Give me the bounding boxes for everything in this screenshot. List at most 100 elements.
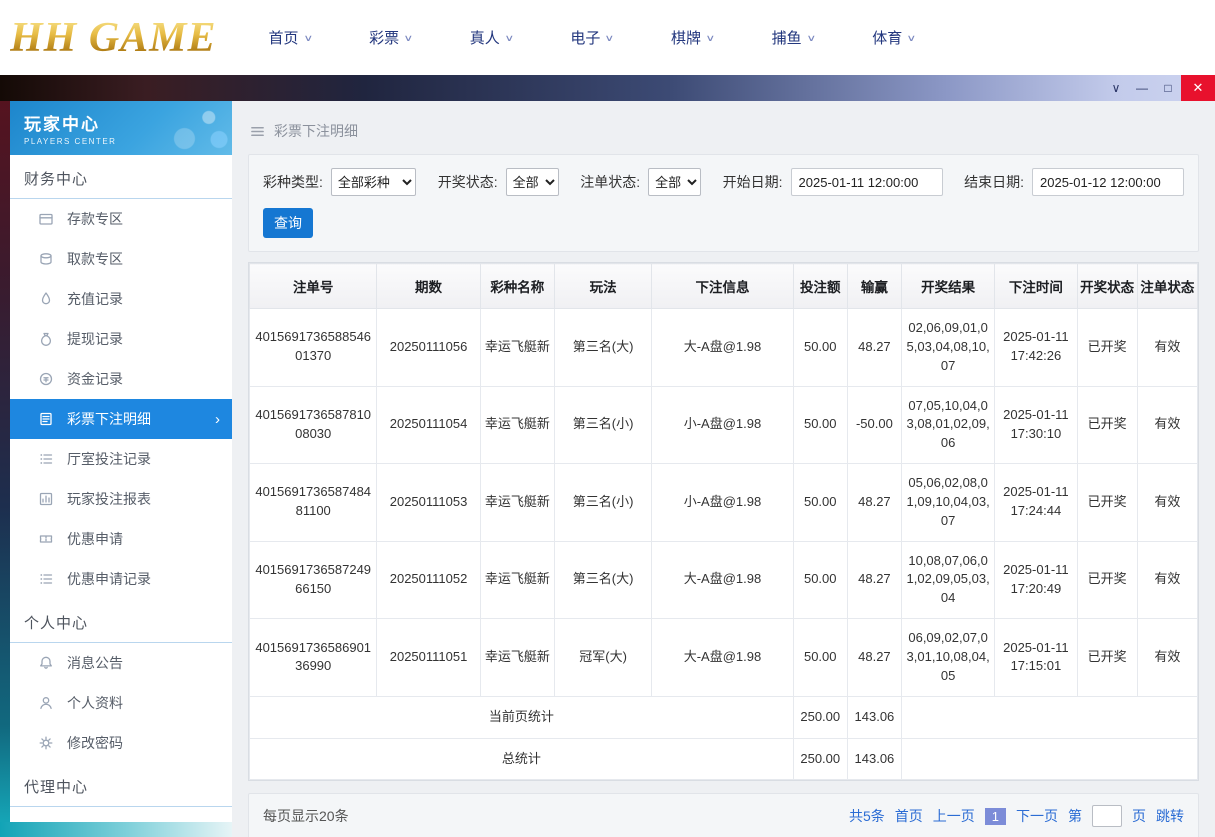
cell-draw-status: 已开奖 bbox=[1076, 385, 1138, 465]
cell-draw-result: 05,06,02,08,01,09,10,04,03,07 bbox=[900, 463, 996, 542]
table-row: 401569173658781008030 20250111054 幸运飞艇新 第三名… bbox=[248, 385, 1199, 465]
moneybag-icon bbox=[40, 332, 52, 346]
cell-period: 20250111052 bbox=[376, 540, 481, 620]
nav-item-sports[interactable]: 体育 ∨ bbox=[872, 27, 917, 48]
sidebar-item-label: 取款专区 bbox=[67, 251, 123, 267]
cell-order-id: 401569173658748481100 bbox=[248, 463, 378, 542]
sidebar-item-lottery-bet-detail[interactable]: 彩票下注明细 › bbox=[10, 399, 232, 439]
sidebar-item-funds-record[interactable]: 资金记录 bbox=[10, 359, 232, 399]
cell-play-type: 第三名(小) bbox=[553, 385, 653, 465]
sidebar-item-deposit-zone[interactable]: 存款专区 bbox=[10, 199, 232, 239]
close-button[interactable]: ✕ bbox=[1181, 75, 1215, 101]
draw-status-select[interactable]: 全部 bbox=[505, 168, 559, 196]
nav-item-live[interactable]: 真人 ∨ bbox=[469, 27, 514, 48]
current-page[interactable]: 1 bbox=[984, 807, 1006, 825]
cell-order-id: 401569173658781008030 bbox=[248, 385, 378, 465]
jump-suffix-label: 页 bbox=[1132, 808, 1146, 825]
column-header: 期数 bbox=[376, 263, 481, 309]
sidebar-item-promo-apply-record[interactable]: 优惠申请记录 bbox=[10, 559, 232, 599]
sidebar-item-announcements[interactable]: 消息公告 bbox=[10, 643, 232, 683]
cell-draw-status: 已开奖 bbox=[1076, 540, 1138, 620]
cell-win-loss: -50.00 bbox=[846, 385, 902, 465]
top-header: HH GAME 首页 ∨ 彩票 ∨ 真人 ∨ 电子 ∨ 棋牌 ∨ 捕鱼 ∨ 体育 ∨ bbox=[0, 0, 1215, 75]
cell-period: 20250111054 bbox=[376, 385, 481, 465]
start-date-input[interactable] bbox=[790, 168, 943, 196]
cell-period: 20250111053 bbox=[376, 463, 481, 542]
chevron-down-icon: ∨ bbox=[604, 33, 615, 43]
sidebar-item-promo-apply[interactable]: 优惠申请 bbox=[10, 519, 232, 559]
cell-order-id: 401569173658724966150 bbox=[248, 540, 378, 620]
pagination-bar: 每页显示20条 共5条 首页 上一页 1 下一页 第 页 跳转 bbox=[248, 793, 1199, 837]
cell-bet-time: 2025-01-11 17:24:44 bbox=[994, 463, 1078, 542]
next-page-link[interactable]: 下一页 bbox=[1016, 806, 1058, 826]
table-row: 401569173658748481100 20250111053 幸运飞艇新 第三名… bbox=[248, 463, 1199, 542]
cell-bet-info: 小-A盘@1.98 bbox=[651, 463, 794, 542]
end-date-label: 结束日期: bbox=[964, 174, 1024, 190]
order-status-select[interactable]: 全部 bbox=[648, 168, 702, 196]
sidebar-item-hall-bet-record[interactable]: 厅室投注记录 bbox=[10, 439, 232, 479]
hamburger-icon bbox=[251, 126, 264, 136]
nav-item-label: 真人 bbox=[469, 30, 500, 47]
sidebar-item-change-password[interactable]: 修改密码 bbox=[10, 723, 232, 763]
cell-play-type: 第三名(小) bbox=[553, 463, 653, 542]
cell-period: 20250111051 bbox=[376, 618, 481, 697]
cell-bet-amount: 50.00 bbox=[792, 308, 848, 387]
sidebar-sections: 财务中心存款专区取款专区充值记录 提现记录 资金记录 彩票下注明细 › 厅室投注记录 玩家投… bbox=[10, 155, 232, 807]
nav-item-chess[interactable]: 棋牌 ∨ bbox=[671, 27, 716, 48]
page-size-label: 每页显示20条 bbox=[263, 808, 349, 825]
card-icon bbox=[39, 213, 53, 225]
sidebar-item-withdraw-zone[interactable]: 取款专区 bbox=[10, 239, 232, 279]
cell-lottery-name: 幸运飞艇新 bbox=[479, 540, 555, 620]
summary-bet-amount: 250.00 bbox=[792, 737, 848, 781]
nav-item-home[interactable]: 首页 ∨ bbox=[268, 27, 313, 48]
cell-draw-status: 已开奖 bbox=[1076, 308, 1138, 387]
window-titlebar: ∨ — □ ✕ bbox=[0, 75, 1215, 101]
sidebar-item-label: 优惠申请 bbox=[67, 531, 123, 547]
window-menu-icon[interactable]: ∨ bbox=[1103, 75, 1129, 101]
minimize-button[interactable]: — bbox=[1129, 75, 1155, 101]
summary-row: 当前页统计 250.00 143.06 bbox=[249, 695, 1199, 739]
main-nav: 首页 ∨ 彩票 ∨ 真人 ∨ 电子 ∨ 棋牌 ∨ 捕鱼 ∨ 体育 ∨ bbox=[268, 27, 917, 48]
cell-bet-amount: 50.00 bbox=[792, 385, 848, 465]
chevron-down-icon: ∨ bbox=[906, 33, 917, 43]
sidebar-section-agent-center: 代理中心 bbox=[10, 763, 232, 807]
table-header-row: 注单号 期数 彩种名称 玩法 下注信息 投注额 输赢 开奖结果 下注时间 开奖状态 注单状态 bbox=[248, 263, 1199, 309]
column-header: 彩种名称 bbox=[479, 263, 555, 309]
summary-filler bbox=[900, 695, 1199, 739]
sidebar-section-personal-center: 个人中心 bbox=[10, 599, 232, 643]
sidebar-item-recharge-record[interactable]: 充值记录 bbox=[10, 279, 232, 319]
lottery-type-select[interactable]: 全部彩种 bbox=[330, 168, 417, 196]
sidebar-item-withdraw-record[interactable]: 提现记录 bbox=[10, 319, 232, 359]
cell-draw-result: 02,06,09,01,05,03,04,08,10,07 bbox=[900, 308, 996, 387]
cell-bet-info: 大-A盘@1.98 bbox=[651, 618, 794, 697]
end-date-input[interactable] bbox=[1032, 168, 1184, 196]
jump-button[interactable]: 跳转 bbox=[1156, 806, 1184, 826]
sidebar-footer-decor bbox=[0, 822, 232, 837]
prev-page-link[interactable]: 上一页 bbox=[933, 806, 975, 826]
cell-play-type: 第三名(大) bbox=[553, 540, 653, 620]
search-button[interactable]: 查询 bbox=[263, 208, 313, 238]
left-decor-strip bbox=[0, 101, 10, 837]
column-header: 投注额 bbox=[792, 263, 848, 309]
cell-lottery-name: 幸运飞艇新 bbox=[479, 308, 555, 387]
sidebar-section-finance-center: 财务中心 bbox=[10, 155, 232, 199]
maximize-button[interactable]: □ bbox=[1155, 75, 1181, 101]
cell-win-loss: 48.27 bbox=[846, 463, 902, 542]
table-row: 401569173658724966150 20250111052 幸运飞艇新 第三名… bbox=[248, 540, 1199, 620]
nav-item-label: 首页 bbox=[268, 30, 299, 47]
first-page-link[interactable]: 首页 bbox=[895, 806, 923, 826]
cell-lottery-name: 幸运飞艇新 bbox=[479, 618, 555, 697]
cell-order-status: 有效 bbox=[1136, 463, 1199, 542]
cell-order-status: 有效 bbox=[1136, 540, 1199, 620]
user-icon bbox=[40, 697, 52, 710]
jump-page-input[interactable] bbox=[1092, 805, 1122, 828]
sidebar-item-profile[interactable]: 个人资料 bbox=[10, 683, 232, 723]
column-header: 注单号 bbox=[248, 263, 378, 309]
chevron-down-icon: ∨ bbox=[705, 33, 716, 43]
nav-item-electronic[interactable]: 电子 ∨ bbox=[570, 27, 615, 48]
nav-item-label: 捕鱼 bbox=[771, 30, 802, 47]
nav-item-fishing[interactable]: 捕鱼 ∨ bbox=[771, 27, 816, 48]
sidebar-item-player-bet-report[interactable]: 玩家投注报表 bbox=[10, 479, 232, 519]
nav-item-lottery[interactable]: 彩票 ∨ bbox=[369, 27, 413, 48]
sidebar-item-label: 存款专区 bbox=[67, 211, 123, 227]
